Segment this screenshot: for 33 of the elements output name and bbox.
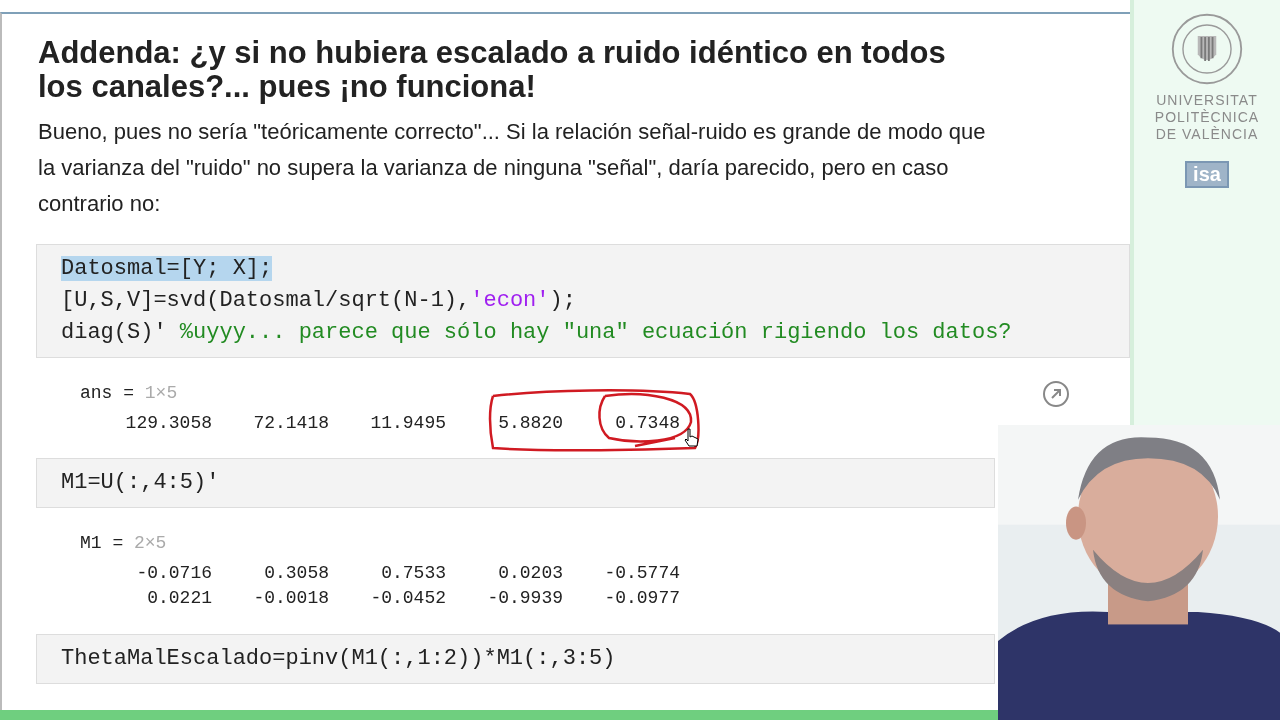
output-value: -0.0977 <box>603 587 680 611</box>
output-value: 0.7533 <box>380 562 446 586</box>
code-cell[interactable]: M1=U(:,4:5)' <box>36 458 995 509</box>
output-value: -0.0452 <box>369 587 446 611</box>
hand-cursor-icon <box>683 428 699 448</box>
output-value: -0.5774 <box>603 562 680 586</box>
code-cell[interactable]: ThetaMalEscalado=pinv(M1(:,1:2))*M1(:,3:5) <box>36 633 995 684</box>
output-value: 0.3058 <box>263 562 329 586</box>
code-cell[interactable]: Datosmal=[Y; X]; [U,S,V]=svd(Datosmal/sqrt(N-1),'econ'); diag(S)' %uyyy... parece que sólo hay "una" ecuación rigiendo los datos? <box>36 244 1130 358</box>
code-line: [U,S,V]=svd(Datosmal/sqrt(N-1),'econ'); <box>61 288 576 313</box>
output-value: -0.0716 <box>135 562 212 586</box>
code-line: ThetaMalEscalado=pinv(M1(:,1:2))*M1(:,3:5) <box>61 645 616 671</box>
output-value: 0.0221 <box>146 587 212 611</box>
output-value: 0.0203 <box>497 562 563 586</box>
output-value: 72.1418 <box>252 412 329 435</box>
output-value: 0.7348 <box>614 412 680 435</box>
output-label: M1 = 2×5 <box>80 533 167 554</box>
university-name: POLITÈCNICA <box>1154 109 1260 126</box>
heading: Addenda: ¿y si no hubiera escalado a ruido idéntico en todos los canales?... pues ¡no funciona! <box>38 36 947 104</box>
output-value: -0.9939 <box>486 587 563 611</box>
output-value: -0.0018 <box>252 587 329 611</box>
code-line: M1=U(:,4:5)' <box>61 470 220 496</box>
output-value: 5.8820 <box>497 412 563 435</box>
university-name: UNIVERSITAT <box>1156 92 1258 109</box>
output-value: 129.3058 <box>124 412 212 435</box>
expand-icon[interactable] <box>1042 380 1070 408</box>
output-label: ans = 1×5 <box>80 383 178 403</box>
seal-icon <box>1170 12 1244 86</box>
university-name: DE VALÈNCIA <box>1155 126 1259 143</box>
isa-logo: isa <box>1185 161 1229 188</box>
code-line: diag(S)' %uyyy... parece que sólo hay "una" ecuación rigiendo los datos? <box>61 320 1012 345</box>
paragraph: Bueno, pues no sería "teóricamente correcto"... Si la relación señal-ruido es grande de modo que la varianza del "ruido" no supera la varianza de ninguna "señal", daría parecido, pero en caso contrario no: <box>38 118 987 218</box>
output-value: 11.9495 <box>369 412 446 435</box>
